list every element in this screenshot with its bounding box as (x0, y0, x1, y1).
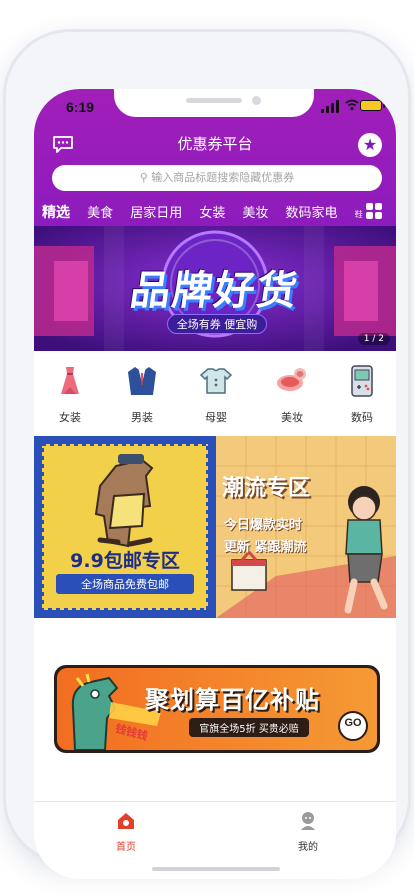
promo-free-shipping[interactable]: 9.9包邮专区 全场商品免费包邮 (34, 436, 216, 618)
search-input[interactable]: ⚲ 输入商品标题搜索隐藏优惠券 (52, 165, 382, 191)
notch (114, 89, 314, 117)
gameboy-icon (351, 365, 373, 397)
search-placeholder: 输入商品标题搜索隐藏优惠券 (151, 171, 295, 184)
ad-title: 聚划算百亿补贴 (145, 686, 320, 714)
speaker (186, 98, 242, 103)
promo-left-title: 9.9包邮专区 (70, 550, 180, 572)
tab-digital[interactable]: 数码家电 (286, 202, 338, 221)
category-tabs: 精选 美食 居家日用 女装 美妆 数码家电 鞋 (42, 202, 375, 224)
category-label: 美妆 (281, 411, 303, 424)
baby-clothes-icon (199, 368, 233, 394)
screen: 6:19 优惠券平台 ★ ⚲ 输入商品标题搜索隐藏优惠券 精选 美食 居家日用 … (34, 89, 396, 879)
category-baby[interactable]: 母婴 (186, 363, 246, 425)
phone-frame: 6:19 优惠券平台 ★ ⚲ 输入商品标题搜索隐藏优惠券 精选 美食 居家日用 … (6, 32, 408, 879)
front-camera (252, 96, 261, 105)
promo-right-line2: 更新 紧跟潮流 (224, 540, 307, 555)
juhuasuan-banner[interactable]: 钱钱钱 聚划算百亿补贴 官旗全场5折 买贵必赔 GO (54, 665, 380, 753)
wifi-icon (345, 99, 359, 111)
bottom-tabbar: 首页 我的 (34, 801, 396, 861)
category-label: 男装 (131, 411, 153, 424)
banner-tagline: 全场有券 便宜购 (167, 314, 267, 334)
tab-makeup[interactable]: 美妆 (242, 202, 268, 221)
promo-right-line1: 今日爆款实时 (224, 518, 303, 533)
tab-women[interactable]: 女装 (199, 202, 225, 221)
ad-subtitle: 官旗全场5折 买贵必赔 (189, 718, 309, 737)
category-label: 母婴 (205, 411, 227, 424)
makeup-icon (277, 368, 306, 391)
grid-icon[interactable] (366, 203, 382, 219)
battery-icon (360, 100, 385, 111)
category-digital[interactable]: 数码 (332, 363, 392, 425)
tabbar-label: 首页 (116, 842, 136, 853)
tab-food[interactable]: 美食 (87, 202, 113, 221)
promo-trend[interactable]: 潮流专区 今日爆款实时 更新 紧跟潮流 (216, 436, 396, 618)
tab-home[interactable]: 居家日用 (130, 202, 182, 221)
user-icon (301, 812, 315, 830)
status-time: 6:19 (66, 99, 95, 115)
category-makeup[interactable]: 美妆 (262, 363, 322, 425)
tabbar-home[interactable]: 首页 (96, 810, 156, 853)
search-icon: ⚲ (139, 171, 148, 184)
home-indicator (152, 867, 280, 871)
tab-featured[interactable]: 精选 (42, 202, 70, 222)
promo-grid: 9.9包邮专区 全场商品免费包邮 潮流专区 今日爆款实时 更新 紧跟潮流 (34, 436, 396, 618)
ad-go-button[interactable]: GO (339, 717, 367, 729)
tabbar-label: 我的 (298, 842, 318, 853)
category-women[interactable]: 女装 (40, 363, 100, 425)
banner-headline: 品牌好货 (127, 268, 302, 314)
banner-page-indicator: 1 / 2 (357, 333, 390, 345)
category-men[interactable]: 男装 (112, 363, 172, 425)
category-label: 女装 (59, 411, 81, 424)
home-icon (118, 813, 134, 829)
tabbar-mine[interactable]: 我的 (278, 810, 338, 853)
star-icon[interactable]: ★ (358, 133, 382, 157)
promo-right-title: 潮流专区 (222, 476, 311, 501)
category-label: 数码 (351, 411, 373, 424)
category-grid: 女装 男装 母婴 美妆 数码 (34, 363, 396, 433)
ad-body: 钱钱钱 聚划算百亿补贴 官旗全场5折 买贵必赔 GO (57, 668, 377, 750)
tab-shoes[interactable]: 鞋 (355, 209, 363, 220)
promo-left-subtitle: 全场商品免费包邮 (56, 574, 194, 594)
suit-icon (128, 367, 156, 395)
page-title: 优惠券平台 (177, 135, 253, 153)
banner[interactable]: 品牌好货 全场有券 便宜购 1 / 2 (34, 226, 396, 351)
dress-icon (61, 367, 79, 394)
